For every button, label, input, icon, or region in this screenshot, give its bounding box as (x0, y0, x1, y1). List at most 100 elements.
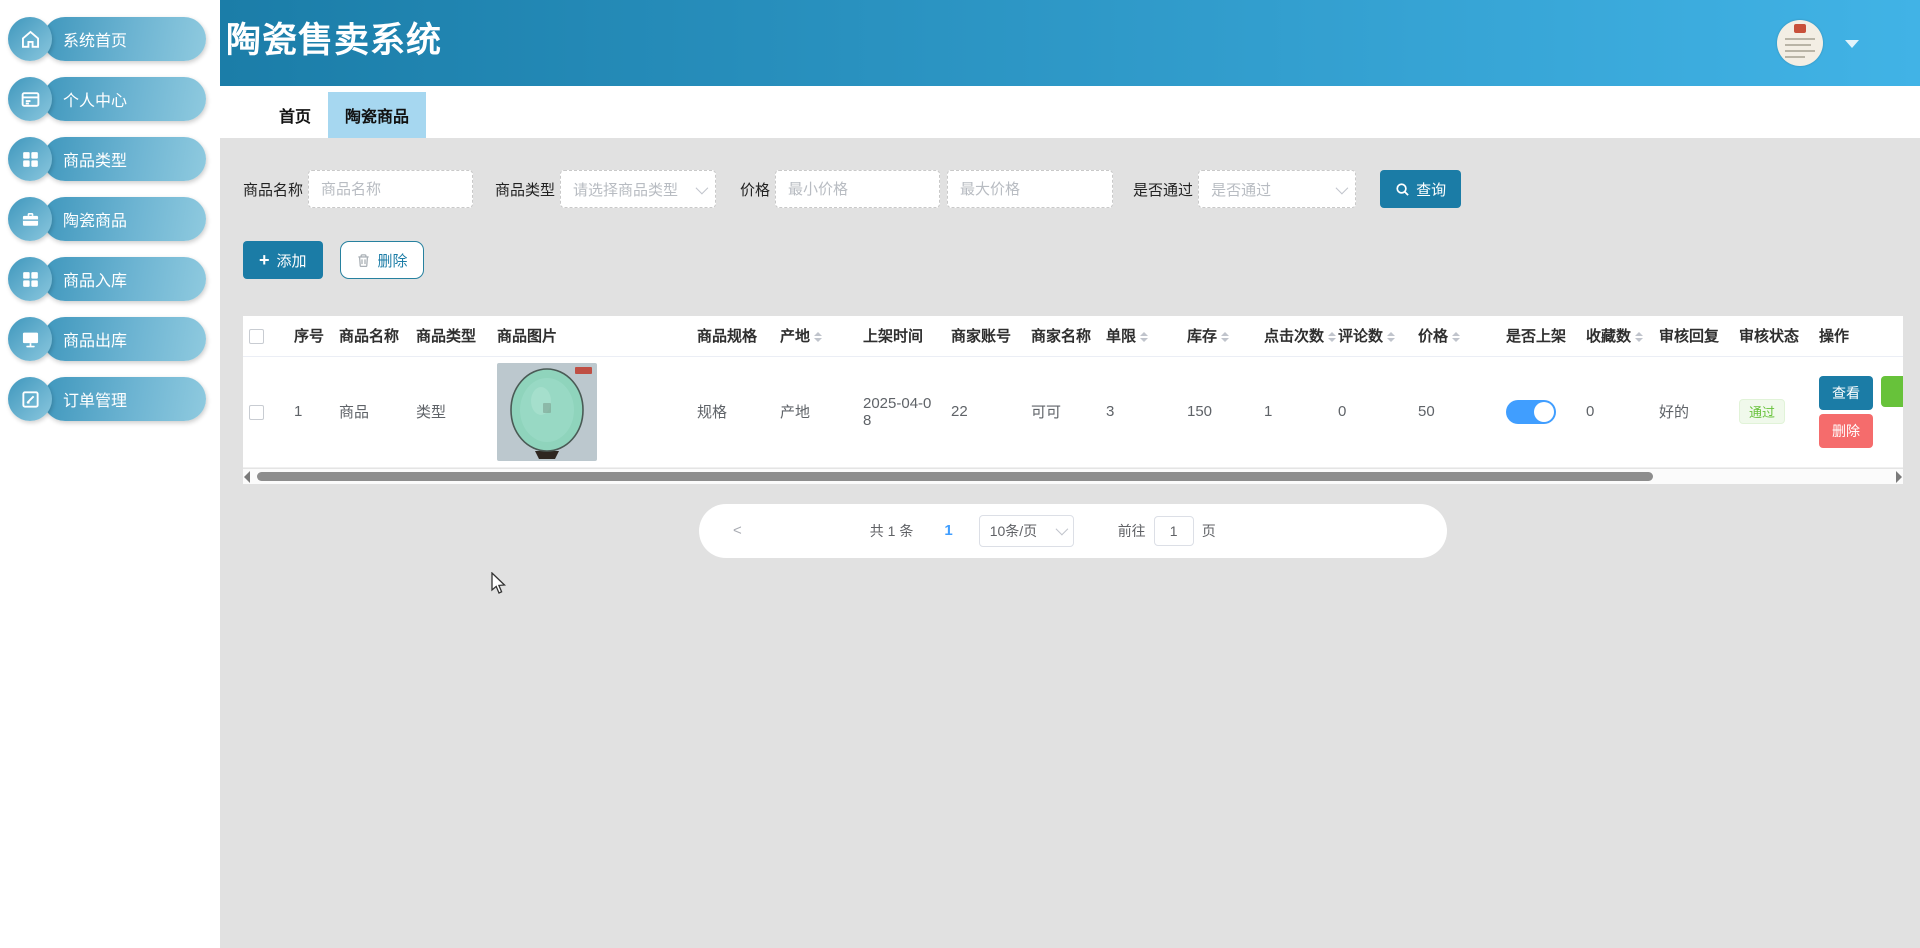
column-header-label: 审核状态 (1739, 328, 1800, 346)
column-header-shelf-time: 上架时间 (857, 316, 945, 357)
tab-bar: 首页 陶瓷商品 (220, 86, 1920, 138)
cell-price: 50 (1412, 356, 1500, 468)
product-type-label: 商品类型 (495, 181, 556, 199)
column-header-label: 上架时间 (863, 328, 924, 346)
chevron-down-icon (1335, 181, 1349, 194)
goto-prefix-label: 前往 (1117, 522, 1146, 539)
column-header-label: 库存 (1187, 328, 1218, 346)
column-header-label: 是否上架 (1506, 328, 1567, 346)
sidebar-item-product-inbound[interactable]: 商品入库 (8, 257, 220, 301)
column-header-stock[interactable]: 库存 (1181, 316, 1258, 357)
column-header-product-image: 商品图片 (491, 316, 691, 357)
delete-button[interactable]: 删除 (339, 241, 424, 279)
home-icon (8, 17, 52, 61)
column-header-review-status: 审核状态 (1733, 316, 1813, 357)
column-header-actions: 操作 (1813, 316, 1903, 357)
select-all-checkbox[interactable] (249, 328, 264, 344)
grid-icon (8, 257, 52, 301)
column-header-origin[interactable]: 产地 (774, 316, 857, 357)
cell-review-reply: 好的 (1653, 356, 1733, 468)
sort-caret-icon[interactable] (1387, 328, 1396, 346)
product-name-label: 商品名称 (243, 181, 304, 199)
column-header-clicks[interactable]: 点击次数 (1258, 316, 1337, 357)
scrollbar-thumb[interactable] (257, 471, 1653, 481)
sidebar: 系统首页 个人中心 商品类型 陶瓷商品 商品入库 商品出库 订单管理 (0, 0, 220, 948)
column-header-label: 商品类型 (416, 328, 477, 346)
toolbar: + 添加 删除 (243, 241, 1920, 279)
sidebar-item-label[interactable]: 个人中心 (43, 77, 206, 121)
pagination-total: 共 1 条 (869, 522, 914, 539)
sidebar-item-label[interactable]: 系统首页 (43, 17, 206, 61)
column-header-label: 收藏数 (1586, 328, 1632, 346)
row-checkbox[interactable] (249, 404, 264, 420)
column-header-review-reply: 审核回复 (1653, 316, 1733, 357)
green-action-button[interactable] (1881, 375, 1903, 407)
column-header-product-name: 商品名称 (333, 316, 410, 357)
column-header-limit[interactable]: 单限 (1100, 316, 1181, 357)
sidebar-item-order-management[interactable]: 订单管理 (8, 377, 220, 421)
goto-page-input[interactable] (1153, 515, 1194, 546)
horizontal-scrollbar[interactable] (243, 467, 1903, 484)
column-header-label: 单限 (1106, 328, 1137, 346)
sort-caret-icon[interactable] (1452, 328, 1461, 346)
user-avatar[interactable] (1777, 20, 1823, 66)
filter-bar: 商品名称 商品类型 请选择商品类型 价格 是否通过 是否通过 查询 (243, 170, 1920, 208)
sidebar-item-label[interactable]: 商品入库 (43, 257, 206, 301)
view-button[interactable]: 查看 (1819, 375, 1873, 410)
product-type-select[interactable]: 请选择商品类型 (560, 170, 717, 208)
sidebar-item-product-outbound[interactable]: 商品出库 (8, 317, 220, 361)
scroll-right-arrow-icon[interactable] (1896, 470, 1902, 483)
product-name-input[interactable] (308, 170, 474, 208)
column-header-favorites[interactable]: 收藏数 (1580, 316, 1653, 357)
cell-product-name: 商品 (333, 356, 410, 468)
sidebar-item-label[interactable]: 商品出库 (43, 317, 206, 361)
add-button[interactable]: + 添加 (243, 241, 323, 279)
sidebar-item-system-home[interactable]: 系统首页 (8, 17, 220, 61)
column-header-label: 评论数 (1338, 328, 1384, 346)
on-shelf-toggle[interactable] (1506, 399, 1556, 424)
sidebar-item-ceramic-products[interactable]: 陶瓷商品 (8, 197, 220, 241)
sort-caret-icon[interactable] (1635, 328, 1644, 346)
trash-icon (357, 253, 369, 267)
sidebar-item-label[interactable]: 订单管理 (43, 377, 206, 421)
sidebar-item-label[interactable]: 商品类型 (43, 137, 206, 181)
sort-caret-icon[interactable] (1221, 328, 1230, 346)
prev-page-button[interactable]: < (733, 522, 742, 539)
column-header-merchant-name: 商家名称 (1025, 316, 1100, 357)
sort-caret-icon[interactable] (1328, 328, 1337, 346)
search-icon (1396, 182, 1409, 196)
row-delete-button[interactable]: 删除 (1819, 413, 1873, 448)
table-row: 1 商品 类型 规格 产地 2025-04-08 22 可可 3 150 1 0… (243, 356, 1903, 468)
review-status-badge: 通过 (1739, 399, 1786, 424)
sort-caret-icon[interactable] (814, 328, 823, 346)
sidebar-item-profile[interactable]: 个人中心 (8, 77, 220, 121)
sidebar-item-label[interactable]: 陶瓷商品 (43, 197, 206, 241)
column-header-comments[interactable]: 评论数 (1332, 316, 1412, 357)
plus-icon: + (259, 250, 270, 270)
cell-limit: 3 (1100, 356, 1181, 468)
column-header-product-type: 商品类型 (410, 316, 491, 357)
sidebar-item-product-type[interactable]: 商品类型 (8, 137, 220, 181)
grid-icon (8, 137, 52, 181)
pass-status-select[interactable]: 是否通过 (1198, 170, 1357, 208)
cell-merchant-name: 可可 (1025, 356, 1100, 468)
scroll-left-arrow-icon[interactable] (244, 470, 250, 483)
sort-caret-icon[interactable] (1140, 328, 1149, 346)
product-photo[interactable] (497, 362, 597, 461)
price-min-input[interactable] (775, 170, 941, 208)
column-header-price[interactable]: 价格 (1412, 316, 1500, 357)
cell-product-type: 类型 (410, 356, 491, 468)
price-max-input[interactable] (947, 170, 1114, 208)
tab-home[interactable]: 首页 (262, 92, 328, 138)
tab-ceramic-products[interactable]: 陶瓷商品 (328, 92, 427, 138)
chevron-down-icon[interactable] (1845, 40, 1859, 48)
price-label: 价格 (740, 181, 771, 199)
cell-comments: 0 (1332, 356, 1412, 468)
profile-card-icon (8, 77, 52, 121)
cell-merchant-account: 22 (945, 356, 1025, 468)
page-number-1[interactable]: 1 (944, 522, 952, 539)
product-type-select-value: 请选择商品类型 (573, 181, 679, 199)
page-size-select[interactable]: 10条/页 (978, 514, 1074, 547)
search-button[interactable]: 查询 (1380, 170, 1462, 208)
column-header-spec: 商品规格 (691, 316, 774, 357)
